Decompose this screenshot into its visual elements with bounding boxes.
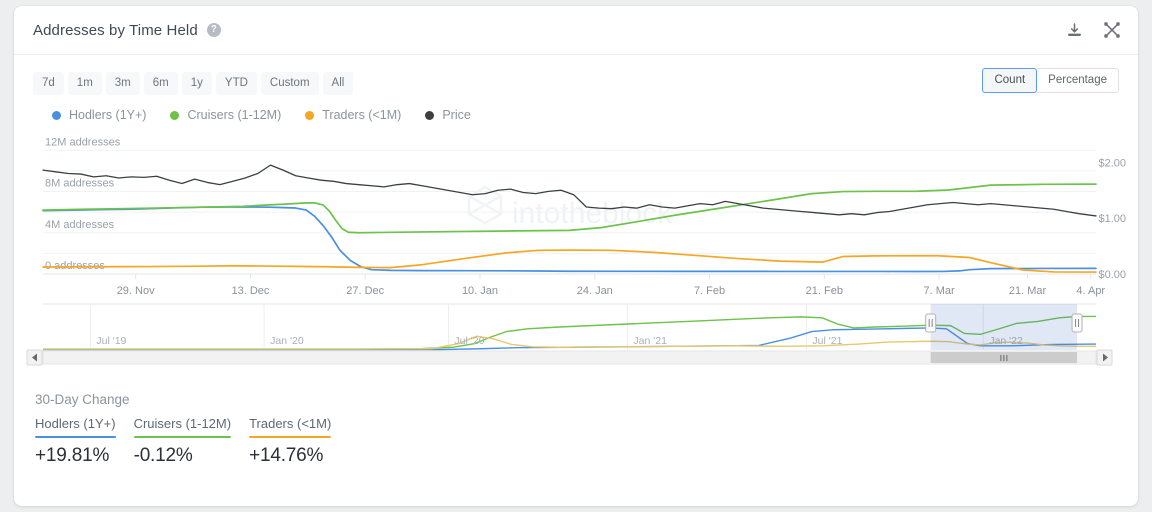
stat-row: Hodlers (1Y+) +19.81% Cruisers (1-12M) -0.1…: [35, 416, 1138, 467]
stat-card-traders-1m: Traders (<1M) +14.76%: [249, 416, 332, 467]
legend-label: Price: [442, 108, 471, 122]
x-axis-label: 29. Nov: [117, 285, 155, 297]
range-button-ytd[interactable]: YTD: [215, 71, 257, 95]
legend-label: Hodlers (1Y+): [69, 108, 147, 122]
navigator-selection-mask[interactable]: [930, 304, 1078, 350]
header-actions: [1066, 6, 1121, 54]
y-axis-right-label: $1.00: [1098, 213, 1126, 225]
stat-value: +19.81%: [35, 445, 110, 466]
card-header: Addresses by Time Held ?: [14, 6, 1138, 55]
unit-button-percentage[interactable]: Percentage: [1037, 68, 1119, 93]
toolbar: 7d 1m 3m 6m 1y YTD Custom All Count Percentage: [14, 65, 1138, 101]
chart-area: 0 addresses 4M addresses 8M addresses 12M a…: [14, 128, 1138, 378]
legend-label: Traders (<1M): [322, 108, 402, 122]
scrollbar-right-button[interactable]: [1096, 349, 1113, 366]
line-chart[interactable]: 0 addresses4M addresses8M addresses12M a…: [14, 128, 1138, 378]
range-button-3m[interactable]: 3m: [105, 71, 140, 95]
stat-label: Traders (<1M): [249, 416, 332, 431]
legend-item-hodlers-1y[interactable]: Hodlers (1Y+): [52, 108, 146, 122]
watermark-logo: [467, 185, 503, 225]
y-axis-right-label: $0.00: [1098, 269, 1126, 281]
range-button-1m[interactable]: 1m: [67, 71, 102, 95]
stat-color-rule: [35, 436, 116, 438]
legend-color-dot: [52, 110, 61, 120]
navigator-label: Jul '19: [96, 335, 126, 347]
expand-icon[interactable]: [1103, 21, 1121, 39]
navigator-label: Jan '21: [633, 335, 667, 347]
legend-color-dot: [170, 110, 180, 120]
legend-label: Cruisers (1-12M): [187, 108, 282, 122]
stat-label: Hodlers (1Y+): [35, 416, 116, 431]
range-button-custom[interactable]: Custom: [260, 71, 319, 95]
stat-value: -0.12%: [133, 445, 193, 466]
stat-card-cruisers-1-12m: Cruisers (1-12M) -0.12%: [133, 416, 232, 467]
watermark-text: intotheblock: [512, 197, 673, 230]
stat-label: Cruisers (1-12M): [133, 416, 232, 431]
y-axis-left-label: 12M addresses: [45, 136, 121, 148]
range-selector: 7d 1m 3m 6m 1y YTD Custom All: [33, 71, 354, 95]
stat-color-rule: [133, 436, 232, 438]
x-axis-label: 24. Jan: [577, 285, 613, 297]
chart-card: Addresses by Time Held ? 7d 1m 3m 6m 1y …: [14, 6, 1138, 506]
x-axis-label: 27. Dec: [346, 285, 384, 297]
x-axis-label: 21. Feb: [806, 285, 843, 297]
navigator-label: Jul '21: [812, 335, 842, 347]
x-axis-label: 7. Mar: [924, 285, 956, 297]
range-button-1y[interactable]: 1y: [181, 71, 212, 95]
unit-button-count[interactable]: Count: [982, 68, 1038, 93]
handle-body: [925, 313, 937, 333]
navigator-handle-right[interactable]: [1071, 313, 1083, 333]
stat-value: +14.76%: [249, 445, 324, 466]
stats-title: 30-Day Change: [35, 392, 130, 407]
stats-section: 30-Day Change Hodlers (1Y+) +19.81% Cruise…: [14, 378, 1138, 467]
unit-selector: Count Percentage: [982, 68, 1119, 93]
x-axis-label: 10. Jan: [462, 285, 498, 297]
x-axis-label: 7. Feb: [694, 285, 725, 297]
range-button-7d[interactable]: 7d: [33, 71, 64, 95]
legend-color-dot: [305, 110, 315, 120]
scrollbar-left-button[interactable]: [26, 349, 43, 366]
y-axis-right-label: $2.00: [1098, 157, 1126, 169]
y-axis-left-label: 8M addresses: [45, 178, 115, 190]
question-mark-icon[interactable]: ?: [206, 22, 221, 37]
legend-color-dot: [425, 110, 435, 120]
range-button-6m[interactable]: 6m: [143, 71, 178, 95]
legend-item-cruisers-1-12m[interactable]: Cruisers (1-12M): [170, 108, 281, 122]
legend-item-price[interactable]: Price: [425, 108, 471, 122]
page-title: Addresses by Time Held: [33, 21, 198, 39]
x-axis-label: 13. Dec: [231, 285, 269, 297]
x-axis-label: 21. Mar: [1009, 285, 1047, 297]
stat-card-hodlers-1y: Hodlers (1Y+) +19.81%: [35, 416, 116, 467]
x-axis-label: 4. Apr: [1076, 285, 1105, 297]
handle-body: [1071, 313, 1083, 333]
y-axis-left-label: 4M addresses: [45, 219, 115, 231]
navigator-handle-left[interactable]: [925, 313, 937, 333]
stat-color-rule: [249, 436, 332, 438]
download-icon[interactable]: [1066, 22, 1083, 39]
legend-item-traders-1m[interactable]: Traders (<1M): [305, 108, 401, 122]
chart-legend: Hodlers (1Y+) Cruisers (1-12M) Traders (<1…: [14, 108, 1138, 122]
navigator-label: Jan '20: [270, 335, 304, 347]
range-button-all[interactable]: All: [322, 71, 354, 95]
navigator-label: Jul '20: [454, 335, 484, 347]
